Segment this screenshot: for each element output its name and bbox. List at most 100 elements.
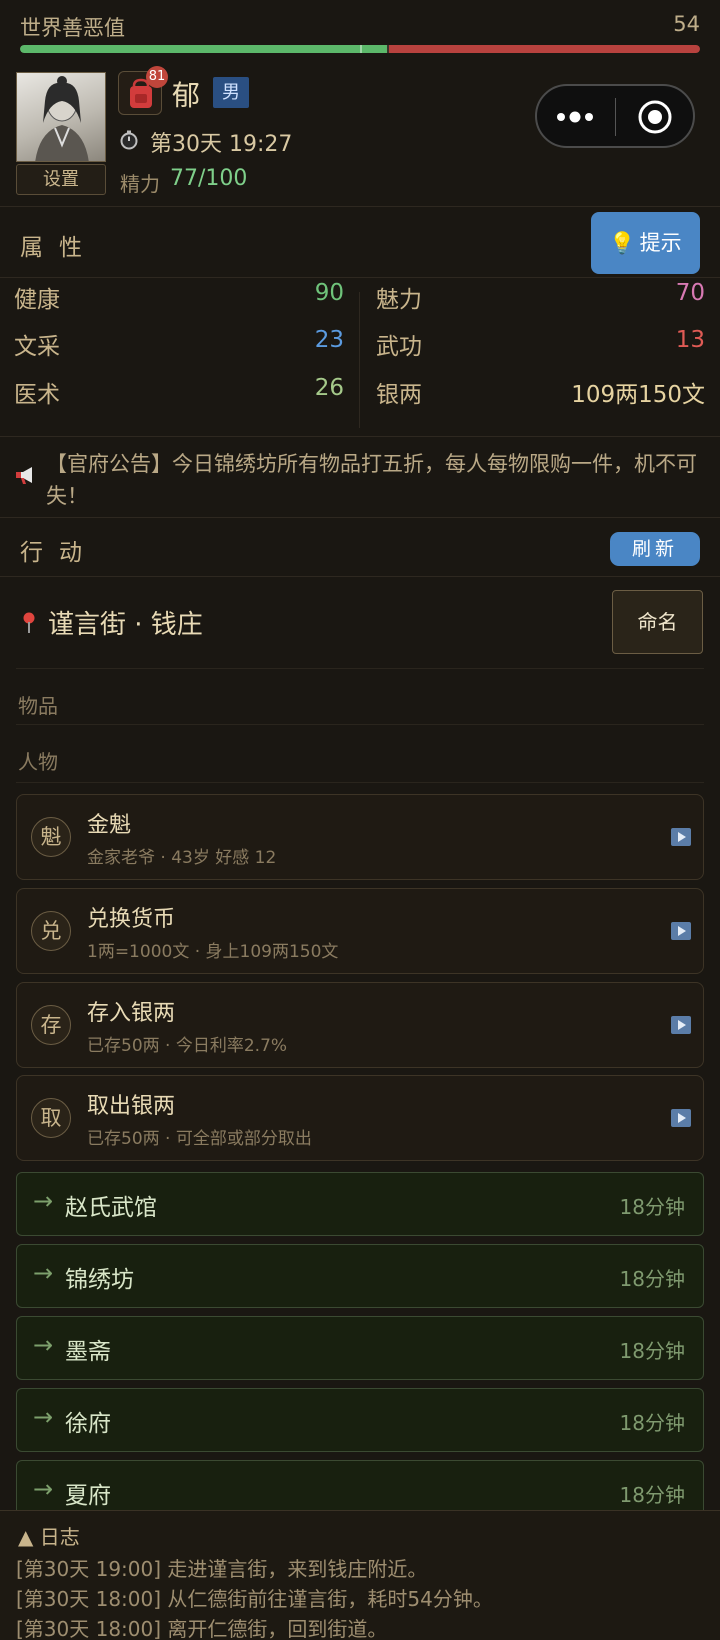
megaphone-icon (16, 467, 32, 484)
official-notice: 【官府公告】今日锦绣坊所有物品打五折，每人每物限购一件，机不可失！ (0, 438, 720, 518)
play-arrow-icon[interactable] (671, 922, 691, 940)
route-time: 18分钟 (619, 1483, 685, 1507)
attributes-divider (359, 292, 360, 428)
action-title: 行动 (20, 540, 98, 566)
attr-key: 武功 (376, 334, 422, 360)
log-entry: [第30天 18:00] 从仁德街前往谨言街，耗时54分钟。 (16, 1587, 493, 1611)
game-day-time: 第30天 19:27 (150, 132, 293, 157)
route-destination: 赵氏武馆 (65, 1195, 157, 1221)
profile-panel: 设置 81 郁 男 第30天 19:27 精力 77/100 (0, 64, 720, 207)
route-time: 18分钟 (619, 1267, 685, 1291)
rename-button[interactable]: 命名 (612, 590, 703, 654)
karma-bad-fill (389, 45, 700, 53)
attr-health: 健康 90 (14, 280, 344, 320)
location-bar: 谨言街 · 钱庄 命名 (0, 578, 720, 668)
attr-key: 文采 (14, 334, 60, 360)
route-time: 18分钟 (619, 1411, 685, 1435)
arrow-right-icon: → (33, 1187, 54, 1215)
stopwatch-icon (120, 130, 138, 150)
location-name: 谨言街 · 钱庄 (48, 610, 203, 640)
card-glyph: 兑 (31, 911, 71, 951)
route-destination: 夏府 (65, 1483, 111, 1509)
route-destination: 墨斋 (65, 1339, 111, 1365)
attr-value: 13 (675, 327, 705, 353)
route-zhao-dojo[interactable]: → 赵氏武馆 18分钟 (16, 1172, 704, 1236)
attributes-header: 属性 💡 提示 (0, 208, 720, 278)
gender-badge: 男 (213, 77, 249, 108)
card-title: 金魁 (87, 813, 132, 838)
attr-key: 健康 (14, 287, 60, 313)
route-xu-mansion[interactable]: → 徐府 18分钟 (16, 1388, 704, 1452)
log-panel[interactable]: ▲ 日志 [第30天 19:00] 走进谨言街，来到钱庄附近。 [第30天 18… (0, 1510, 720, 1640)
divider (16, 668, 704, 669)
play-arrow-icon[interactable] (671, 1016, 691, 1034)
attr-martial: 武功 13 (376, 327, 705, 367)
settings-button[interactable]: 设置 (16, 164, 106, 195)
avatar[interactable] (16, 72, 106, 162)
card-subtitle: 已存50两 · 可全部或部分取出 (87, 1129, 312, 1149)
attr-value: 70 (675, 280, 705, 306)
karma-label: 世界善恶值 (20, 16, 125, 40)
card-title: 取出银两 (87, 1094, 176, 1119)
route-mozhai[interactable]: → 墨斋 18分钟 (16, 1316, 704, 1380)
card-glyph: 存 (31, 1005, 71, 1045)
more-menu-icon[interactable] (555, 104, 595, 130)
log-toggle[interactable]: ▲ 日志 (18, 1521, 80, 1550)
card-subtitle: 金家老爷 · 43岁 好感 12 (87, 848, 277, 868)
attr-silver: 银两 109两150文 (376, 375, 705, 415)
energy-value: 77/100 (170, 166, 248, 191)
attributes-grid: 健康 90 文采 23 医术 26 魅力 70 武功 13 银两 109两150… (0, 280, 720, 437)
log-entry: [第30天 18:00] 离开仁德街，回到街道。 (16, 1617, 388, 1640)
hint-button-label: 提示 (639, 231, 682, 255)
divider (16, 782, 704, 783)
card-glyph: 取 (31, 1098, 71, 1138)
attr-medicine: 医术 26 (14, 375, 344, 415)
people-section-label: 人物 (18, 750, 58, 774)
close-target-icon[interactable] (635, 97, 675, 137)
attr-charm: 魅力 70 (376, 280, 705, 320)
attr-key: 银两 (376, 382, 422, 408)
attr-key: 医术 (14, 382, 60, 408)
action-card-exchange[interactable]: 兑 兑换货币 1两=1000文 · 身上109两150文 (16, 888, 704, 974)
items-section-label: 物品 (18, 694, 58, 718)
karma-track (20, 45, 700, 53)
play-arrow-icon[interactable] (671, 828, 691, 846)
card-subtitle: 已存50两 · 今日利率2.7% (87, 1036, 288, 1056)
energy-label: 精力 (120, 172, 160, 196)
card-title: 存入银两 (87, 1001, 176, 1026)
attr-value: 109两150文 (571, 382, 705, 408)
hint-button[interactable]: 💡 提示 (591, 212, 700, 274)
divider (16, 724, 704, 725)
location-pin-icon (23, 612, 35, 633)
action-header: 行动 刷新 (0, 519, 720, 577)
route-time: 18分钟 (619, 1339, 685, 1363)
attr-value: 23 (314, 327, 344, 353)
action-card-deposit[interactable]: 存 存入银两 已存50两 · 今日利率2.7% (16, 982, 704, 1068)
lightbulb-icon: 💡 (609, 231, 636, 255)
route-jinxiu-shop[interactable]: → 锦绣坊 18分钟 (16, 1244, 704, 1308)
card-glyph: 魁 (31, 817, 71, 857)
npc-card-jinkui[interactable]: 魁 金魁 金家老爷 · 43岁 好感 12 (16, 794, 704, 880)
card-subtitle: 1两=1000文 · 身上109两150文 (87, 942, 339, 962)
attr-value: 90 (314, 280, 344, 306)
refresh-button[interactable]: 刷新 (610, 532, 700, 566)
arrow-right-icon: → (33, 1259, 54, 1287)
route-destination: 徐府 (65, 1411, 111, 1437)
attr-key: 魅力 (376, 287, 422, 313)
attributes-title: 属性 (20, 235, 98, 261)
arrow-right-icon: → (33, 1403, 54, 1431)
arrow-right-icon: → (33, 1331, 54, 1359)
log-entry: [第30天 19:00] 走进谨言街，来到钱庄附近。 (16, 1557, 428, 1581)
capsule-divider (615, 98, 616, 136)
play-arrow-icon[interactable] (671, 1109, 691, 1127)
karma-good-fill (20, 45, 388, 53)
karma-value: 54 (673, 12, 700, 36)
backpack-badge: 81 (146, 66, 168, 88)
card-title: 兑换货币 (87, 907, 176, 932)
miniapp-capsule (535, 84, 695, 148)
notice-text: 【官府公告】今日锦绣坊所有物品打五折，每人每物限购一件，机不可失！ (46, 452, 697, 508)
player-name: 郁 (172, 79, 201, 112)
route-time: 18分钟 (619, 1195, 685, 1219)
attr-value: 26 (314, 375, 344, 401)
action-card-withdraw[interactable]: 取 取出银两 已存50两 · 可全部或部分取出 (16, 1075, 704, 1161)
